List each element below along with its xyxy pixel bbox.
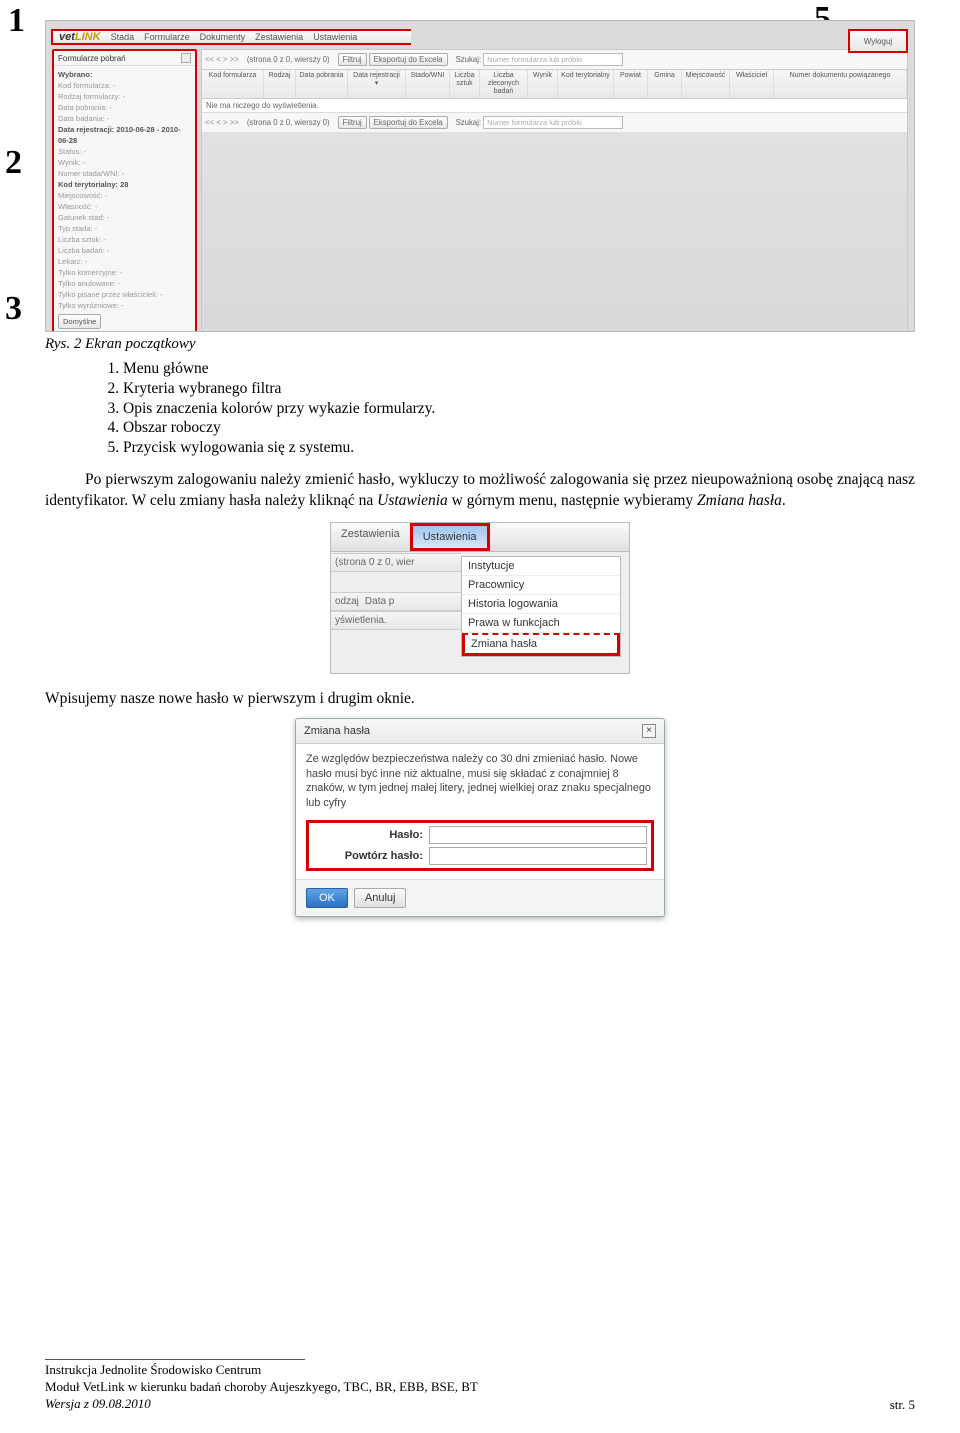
pager-nav[interactable]: << < > >> bbox=[205, 118, 239, 127]
dropdown-menu: Instytucje Pracownicy Historia logowania… bbox=[461, 556, 621, 657]
annotation-2: 2 bbox=[5, 144, 22, 182]
fragment-text: yświetlenia. bbox=[331, 611, 461, 630]
footer-line2: Moduł VetLink w kierunku badań choroby A… bbox=[45, 1379, 915, 1396]
filter-item: Tylko pisane przez właścicieli: - bbox=[58, 289, 191, 300]
screenshot-main: vetLINK Stada Formularze Dokumenty Zesta… bbox=[45, 20, 915, 332]
cancel-button[interactable]: Anuluj bbox=[354, 888, 407, 908]
collapse-icon[interactable] bbox=[181, 53, 191, 63]
filter-item: Data pobrania: - bbox=[58, 102, 191, 113]
filter-item: Miejscowość: - bbox=[58, 190, 191, 201]
search-label: Szukaj: bbox=[456, 55, 482, 64]
filter-button[interactable]: Filtruj bbox=[338, 53, 367, 66]
search-input[interactable]: Numer formularza lub próbki bbox=[483, 53, 623, 66]
filter-item: Numer stada/WNI: - bbox=[58, 168, 191, 179]
page-footer: Instrukcja Jednolite Środowisko Centrum … bbox=[45, 1359, 915, 1413]
fragment-text: odzajData p bbox=[331, 592, 461, 611]
empty-message: Nie ma niczego do wyświetlenia. bbox=[202, 99, 907, 113]
paragraph: Po pierwszym zalogowaniu należy zmienić … bbox=[45, 470, 915, 512]
filter-item: Liczba sztuk: - bbox=[58, 234, 191, 245]
password-input[interactable] bbox=[429, 826, 647, 844]
menu-item-pracownicy[interactable]: Pracownicy bbox=[462, 576, 620, 595]
filter-button[interactable]: Filtruj bbox=[338, 116, 367, 129]
footer-version: Wersja z 09.08.2010 bbox=[45, 1396, 915, 1413]
menu-dokumenty[interactable]: Dokumenty bbox=[200, 32, 246, 42]
main-workspace: << < > >> (strona 0 z 0, wierszy 0) Filt… bbox=[201, 49, 908, 332]
ok-button[interactable]: OK bbox=[306, 888, 348, 908]
page-number: str. 5 bbox=[890, 1397, 915, 1413]
menu-formularze[interactable]: Formularze bbox=[144, 32, 190, 42]
toolbar-top: << < > >> (strona 0 z 0, wierszy 0) Filt… bbox=[202, 50, 907, 69]
dialog-description: Ze względów bezpieczeństwa należy co 30 … bbox=[306, 752, 654, 810]
filter-item: Gatunek stad: - bbox=[58, 212, 191, 223]
default-button[interactable]: Domyślne bbox=[58, 314, 101, 329]
screenshot-dialog: Zmiana hasła × Ze względów bezpieczeństw… bbox=[295, 718, 665, 917]
toolbar-bottom: << < > >> (strona 0 z 0, wierszy 0) Filt… bbox=[202, 113, 907, 132]
filter-panel: Formularze pobrań Wybrano: Kod formularz… bbox=[52, 49, 197, 332]
menu-item-zmiana-hasla[interactable]: Zmiana hasła bbox=[462, 633, 620, 656]
close-icon[interactable]: × bbox=[642, 724, 656, 738]
menu-item-instytucje[interactable]: Instytucje bbox=[462, 557, 620, 576]
fragment-text: (strona 0 z 0, wier bbox=[331, 553, 461, 572]
numbered-list: Menu główne Kryteria wybranego filtra Op… bbox=[123, 359, 915, 458]
filter-item: Własność: - bbox=[58, 201, 191, 212]
menu-ustawienia[interactable]: Ustawienia bbox=[313, 32, 357, 42]
pager-info: (strona 0 z 0, wierszy 0) bbox=[247, 55, 330, 64]
filter-item: Status: - bbox=[58, 146, 191, 157]
list-item: Opis znaczenia kolorów przy wykazie form… bbox=[123, 399, 915, 419]
logout-button[interactable]: Wyloguj bbox=[848, 29, 908, 53]
filter-item: Typ stada: - bbox=[58, 223, 191, 234]
label-password: Hasło: bbox=[313, 829, 423, 841]
paragraph: Wpisujemy nasze nowe hasło w pierwszym i… bbox=[45, 690, 915, 708]
footer-line1: Instrukcja Jednolite Środowisko Centrum bbox=[45, 1362, 915, 1379]
filter-item: Lekarz: - bbox=[58, 256, 191, 267]
filter-item: Rodzaj formularzy: - bbox=[58, 91, 191, 102]
export-button[interactable]: Eksportuj do Excela bbox=[369, 116, 448, 129]
password-fields-highlight: Hasło: Powtórz hasło: bbox=[306, 820, 654, 871]
app-logo: vetLINK bbox=[59, 31, 101, 43]
label-wybrano: Wybrano: bbox=[58, 69, 191, 80]
filter-item: Liczba badań: - bbox=[58, 245, 191, 256]
list-item: Przycisk wylogowania się z systemu. bbox=[123, 438, 915, 458]
menu-item-historia[interactable]: Historia logowania bbox=[462, 595, 620, 614]
filter-panel-header: Formularze pobrań bbox=[54, 51, 195, 66]
screenshot-menu: Zestawienia Ustawienia (strona 0 z 0, wi… bbox=[330, 522, 630, 674]
list-item: Menu główne bbox=[123, 359, 915, 379]
dialog-title: Zmiana hasła bbox=[304, 725, 370, 737]
filter-item: Tylko komercyjne: - bbox=[58, 267, 191, 278]
menu-zestawienia[interactable]: Zestawienia bbox=[255, 32, 303, 42]
filter-item: Data badania: - bbox=[58, 113, 191, 124]
filter-item: Tylko anulowane: - bbox=[58, 278, 191, 289]
menu-item-prawa[interactable]: Prawa w funkcjach bbox=[462, 614, 620, 633]
list-item: Kryteria wybranego filtra bbox=[123, 379, 915, 399]
annotation-1: 1 bbox=[8, 2, 25, 40]
search-input[interactable]: Numer formularza lub próbki bbox=[483, 116, 623, 129]
tab-ustawienia[interactable]: Ustawienia bbox=[410, 523, 490, 551]
list-item: Obszar roboczy bbox=[123, 418, 915, 438]
filter-item: Wynik: - bbox=[58, 157, 191, 168]
label-repeat-password: Powtórz hasło: bbox=[313, 850, 423, 862]
export-button[interactable]: Eksportuj do Excela bbox=[369, 53, 448, 66]
filter-kod-ter: Kod terytorialny: 28 bbox=[58, 179, 191, 190]
main-menu-bar: vetLINK Stada Formularze Dokumenty Zesta… bbox=[51, 29, 411, 45]
pager-info: (strona 0 z 0, wierszy 0) bbox=[247, 118, 330, 127]
tab-zestawienia[interactable]: Zestawienia bbox=[331, 523, 410, 551]
annotation-3: 3 bbox=[5, 290, 22, 328]
menu-stada[interactable]: Stada bbox=[111, 32, 135, 42]
filter-item: Tylko wyrózniowe: - bbox=[58, 300, 191, 311]
filter-item: Kod formularza: - bbox=[58, 80, 191, 91]
repeat-password-input[interactable] bbox=[429, 847, 647, 865]
figure-caption: Rys. 2 Ekran początkowy bbox=[45, 336, 915, 353]
filter-date-reg: Data rejestracji: 2010-06-28 - 2010-06-2… bbox=[58, 124, 191, 146]
table-header: Kod formularza Rodzaj Data pobrania Data… bbox=[202, 69, 907, 99]
pager-nav[interactable]: << < > >> bbox=[205, 55, 239, 64]
search-label: Szukaj: bbox=[456, 118, 482, 127]
